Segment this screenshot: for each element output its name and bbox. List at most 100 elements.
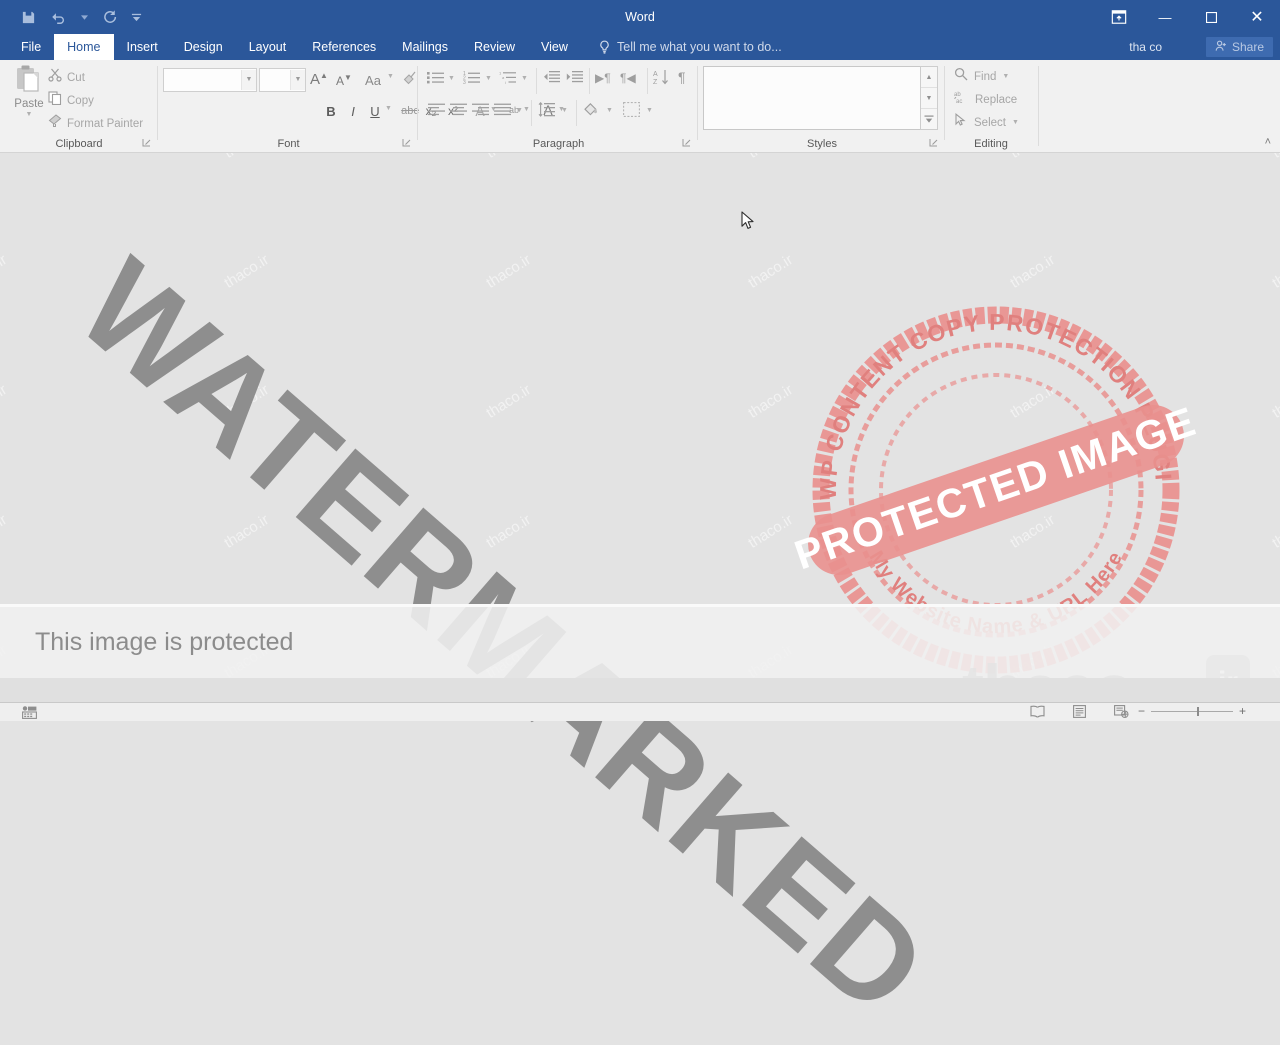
tab-insert[interactable]: Insert — [114, 34, 171, 60]
minimize-button[interactable]: — — [1142, 0, 1188, 34]
bold-button[interactable]: B — [322, 101, 340, 121]
ribbon-group-editing: Find ▼ ab ac Replace Select ▼ Editing ˄ — [946, 60, 1280, 152]
change-case-icon: Aa — [365, 72, 381, 88]
select-dropdown-icon[interactable]: ▼ — [1012, 119, 1019, 126]
maximize-button[interactable] — [1188, 0, 1234, 34]
paragraph-dialog-launcher[interactable] — [681, 138, 692, 149]
zoom-slider[interactable]: − + — [1138, 705, 1246, 717]
zoom-handle[interactable] — [1197, 706, 1200, 716]
shrink-font-button[interactable]: A▼ — [333, 70, 355, 90]
styles-gallery-scroll[interactable]: ▲ ▼ — [920, 66, 938, 130]
paste-dropdown-icon[interactable]: ▼ — [26, 111, 33, 118]
underline-dropdown[interactable]: ▼ — [385, 105, 392, 112]
tab-design[interactable]: Design — [171, 34, 236, 60]
tab-layout[interactable]: Layout — [236, 34, 300, 60]
select-label: Select — [974, 116, 1006, 129]
collapse-ribbon-button[interactable]: ˄ — [1265, 136, 1271, 148]
grow-font-button[interactable]: A▲ — [308, 69, 330, 89]
show-formatting-marks-button[interactable]: ¶ — [678, 69, 686, 85]
underline-icon: U — [370, 103, 380, 119]
find-dropdown-icon[interactable]: ▼ — [1002, 73, 1009, 80]
clipboard-dialog-launcher[interactable] — [141, 138, 152, 149]
title-bar: Word — ✕ — [0, 0, 1280, 34]
clear-formatting-button[interactable] — [402, 69, 418, 90]
read-mode-icon[interactable] — [1030, 705, 1045, 723]
styles-scroll-up-button[interactable]: ▲ — [921, 67, 937, 88]
tab-mailings[interactable]: Mailings — [389, 34, 461, 60]
tab-review[interactable]: Review — [461, 34, 528, 60]
account-name[interactable]: tha co — [1129, 34, 1162, 60]
justify-button[interactable] — [494, 103, 511, 121]
tell-me-box[interactable]: Tell me what you want to do... — [598, 34, 782, 60]
share-person-icon — [1215, 40, 1227, 55]
align-left-button[interactable] — [428, 103, 445, 121]
copy-button[interactable]: Copy — [48, 91, 94, 110]
find-button[interactable]: Find ▼ — [954, 67, 1009, 86]
line-spacing-button[interactable] — [538, 101, 555, 122]
styles-gallery[interactable] — [703, 66, 921, 130]
styles-scroll-down-button[interactable]: ▼ — [921, 88, 937, 109]
font-size-dropdown-icon[interactable]: ▼ — [290, 70, 305, 90]
bullets-dropdown[interactable]: ▼ — [448, 75, 455, 82]
sort-button[interactable]: AZ — [653, 69, 669, 91]
shading-dropdown[interactable]: ▼ — [606, 107, 613, 114]
cut-button[interactable]: Cut — [48, 68, 85, 87]
cut-label: Cut — [67, 71, 85, 84]
tab-references[interactable]: References — [299, 34, 389, 60]
numbering-button[interactable]: 123 — [463, 70, 480, 90]
underline-button[interactable]: U — [366, 101, 384, 121]
borders-dropdown[interactable]: ▼ — [646, 107, 653, 114]
align-center-button[interactable] — [450, 103, 467, 121]
site-watermark-tile: thaco.ir — [483, 511, 534, 552]
increase-indent-button[interactable] — [566, 70, 583, 89]
justify-dropdown[interactable]: ▼ — [516, 107, 523, 114]
svg-text:ab: ab — [954, 92, 961, 98]
font-size-input[interactable]: ▼ — [259, 68, 306, 92]
select-button[interactable]: Select ▼ — [954, 113, 1019, 132]
decrease-indent-icon — [543, 70, 560, 89]
zoom-track[interactable] — [1151, 706, 1234, 716]
site-watermark-tile: thaco.ir — [221, 381, 272, 422]
site-watermark-tile: thaco.ir — [1269, 251, 1280, 292]
format-painter-button[interactable]: Format Painter — [48, 114, 143, 133]
font-name-dropdown-icon[interactable]: ▼ — [241, 70, 256, 90]
paste-button[interactable]: Paste ▼ — [8, 64, 50, 138]
web-layout-icon[interactable] — [1114, 705, 1129, 723]
print-layout-icon[interactable] — [1073, 705, 1086, 723]
tab-file[interactable]: File — [8, 34, 55, 60]
styles-more-button[interactable] — [921, 109, 937, 129]
borders-button[interactable] — [623, 102, 640, 122]
font-dialog-launcher[interactable] — [401, 138, 412, 149]
clear-formatting-icon — [402, 69, 418, 90]
site-watermark-tile: thaco.ir — [0, 381, 10, 422]
italic-button[interactable]: I — [344, 101, 362, 121]
multilevel-list-dropdown[interactable]: ▼ — [521, 75, 528, 82]
site-watermark-tile: thaco.ir — [0, 511, 10, 552]
tab-view[interactable]: View — [528, 34, 581, 60]
decrease-indent-button[interactable] — [543, 70, 560, 89]
right-to-left-button[interactable]: ¶◀ — [620, 71, 636, 85]
group-separator — [531, 100, 532, 126]
styles-dialog-launcher[interactable] — [928, 138, 939, 149]
share-button[interactable]: Share — [1205, 37, 1273, 57]
numbering-dropdown[interactable]: ▼ — [485, 75, 492, 82]
group-separator — [697, 66, 698, 140]
site-watermark-tile: thaco.ir — [483, 153, 534, 162]
change-case-button[interactable]: Aa — [360, 70, 386, 90]
zoom-in-button[interactable]: + — [1239, 705, 1246, 717]
zoom-out-button[interactable]: − — [1138, 705, 1145, 717]
change-case-dropdown[interactable]: ▼ — [387, 73, 394, 80]
accessibility-checker-icon[interactable] — [22, 706, 37, 724]
align-right-button[interactable] — [472, 103, 489, 121]
multilevel-list-button[interactable]: 1ai — [499, 70, 517, 90]
bullets-button[interactable] — [427, 70, 444, 90]
font-name-input[interactable]: ▼ — [163, 68, 257, 92]
left-to-right-button[interactable]: ▶¶ — [595, 71, 611, 85]
ribbon-display-options-icon[interactable] — [1096, 0, 1142, 34]
group-separator — [417, 66, 418, 140]
line-spacing-dropdown[interactable]: ▼ — [561, 107, 568, 114]
shading-button[interactable] — [583, 102, 600, 122]
close-button[interactable]: ✕ — [1234, 0, 1280, 34]
tab-home[interactable]: Home — [54, 34, 114, 60]
replace-button[interactable]: ab ac Replace — [954, 90, 1017, 109]
